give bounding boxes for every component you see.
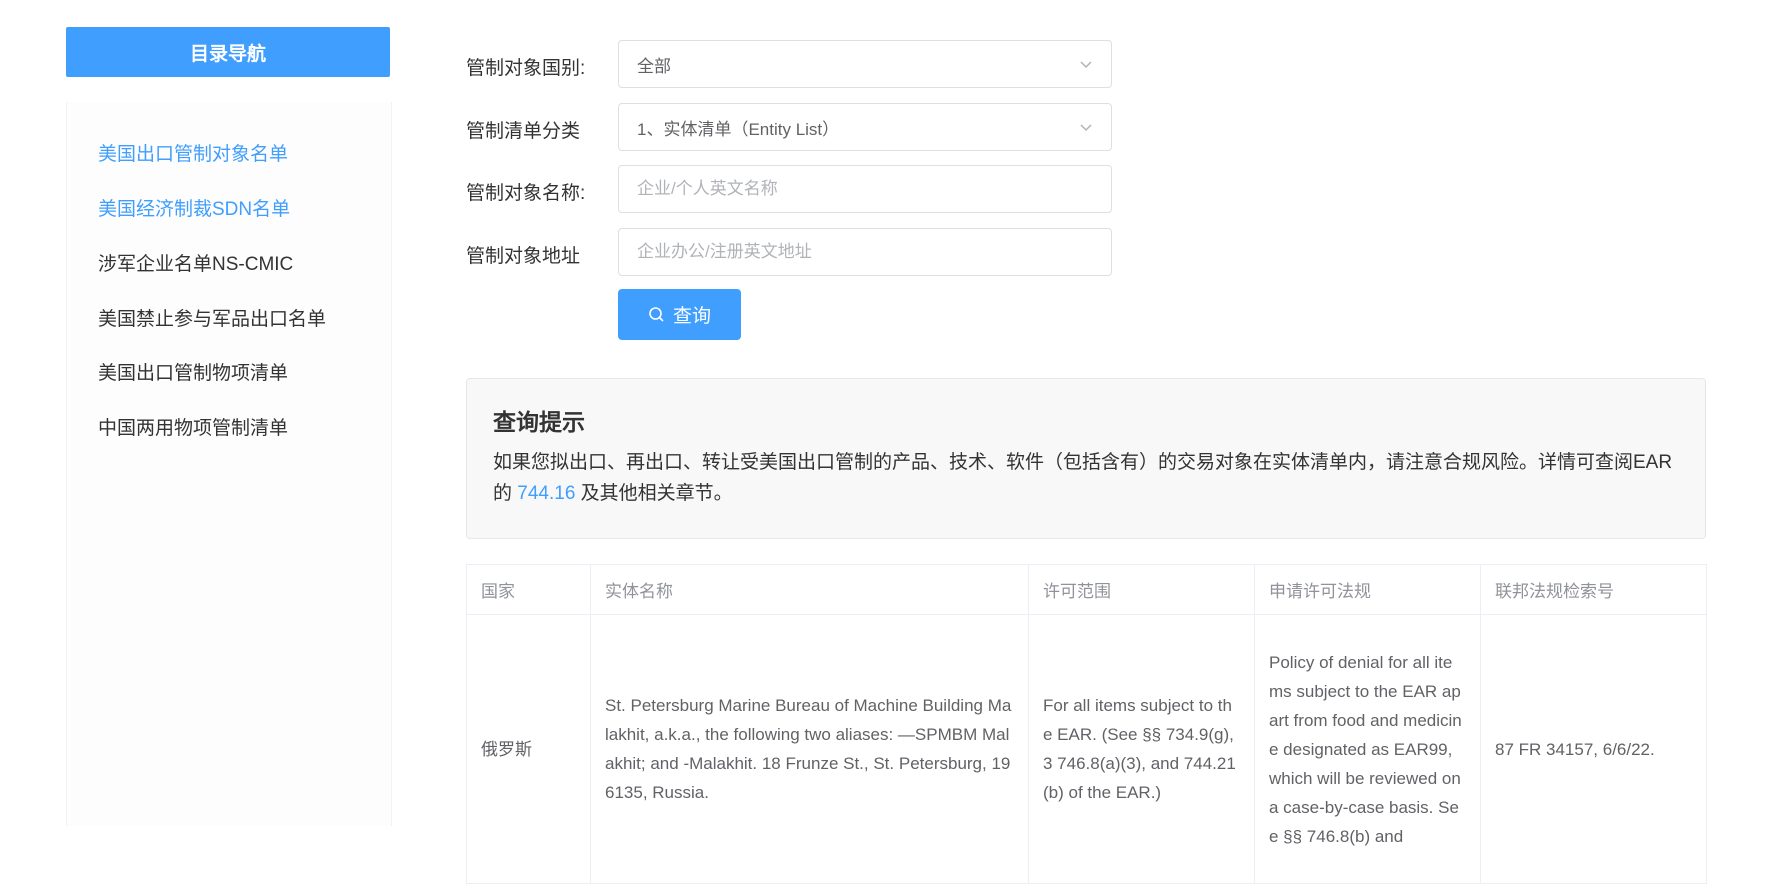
cell-license-scope: For all items subject to the EAR. (See §…: [1028, 614, 1255, 884]
ear-section-link[interactable]: 744.16: [517, 483, 575, 504]
sidebar-item-export-control-items[interactable]: 美国出口管制物项清单: [98, 358, 288, 385]
country-select-value: 全部: [637, 56, 671, 76]
category-select-value: 1、实体清单（Entity List）: [637, 119, 840, 139]
sidebar-item-us-export-control-list[interactable]: 美国出口管制对象名单: [98, 139, 288, 166]
country-select[interactable]: 全部: [618, 40, 1112, 88]
sidebar-item-ns-cmic[interactable]: 涉军企业名单NS-CMIC: [98, 249, 293, 276]
query-notice: 查询提示 如果您拟出口、再出口、转让受美国出口管制的产品、技术、软件（包括含有）…: [466, 378, 1706, 539]
header-country: 国家: [466, 564, 591, 615]
header-entity-name: 实体名称: [590, 564, 1029, 615]
sidebar-item-sdn-list[interactable]: 美国经济制裁SDN名单: [98, 194, 290, 221]
country-label: 管制对象国别:: [466, 58, 586, 79]
results-table: 国家 实体名称 许可范围 申请许可法规 联邦法规检索号 俄罗斯 St. Pete…: [466, 564, 1707, 884]
cell-license-policy: Policy of denial for all items subject t…: [1254, 614, 1481, 884]
cell-country: 俄罗斯: [466, 614, 591, 884]
header-fr-citation: 联邦法规检索号: [1480, 564, 1707, 615]
header-license-scope: 许可范围: [1028, 564, 1255, 615]
sidebar-item-china-dual-use[interactable]: 中国两用物项管制清单: [98, 413, 288, 440]
query-button-label: 查询: [672, 306, 711, 327]
table-row: 俄罗斯 St. Petersburg Marine Bureau of Mach…: [466, 614, 1707, 884]
address-label: 管制对象地址: [466, 246, 581, 267]
cell-entity-name: St. Petersburg Marine Bureau of Machine …: [590, 614, 1029, 884]
query-button[interactable]: 查询: [618, 289, 741, 340]
cell-fr-citation: 87 FR 34157, 6/6/22.: [1480, 614, 1707, 884]
chevron-down-icon: [1080, 61, 1092, 69]
category-select[interactable]: 1、实体清单（Entity List）: [618, 103, 1112, 151]
search-icon: [649, 307, 664, 322]
name-label: 管制对象名称:: [466, 183, 586, 204]
sidebar-title: 目录导航: [66, 27, 390, 77]
name-input[interactable]: [618, 165, 1112, 213]
category-label: 管制清单分类: [466, 121, 581, 142]
address-input[interactable]: [618, 228, 1112, 276]
notice-text: 如果您拟出口、再出口、转让受美国出口管制的产品、技术、软件（包括含有）的交易对象…: [493, 447, 1679, 509]
chevron-down-icon: [1080, 124, 1092, 132]
header-license-policy: 申请许可法规: [1254, 564, 1481, 615]
sidebar-nav: 美国出口管制对象名单 美国经济制裁SDN名单 涉军企业名单NS-CMIC 美国禁…: [66, 102, 392, 826]
sidebar-item-military-export-ban[interactable]: 美国禁止参与军品出口名单: [98, 304, 326, 331]
notice-text-after: 及其他相关章节。: [575, 483, 733, 504]
notice-title: 查询提示: [493, 409, 585, 435]
table-header-row: 国家 实体名称 许可范围 申请许可法规 联邦法规检索号: [466, 564, 1707, 615]
